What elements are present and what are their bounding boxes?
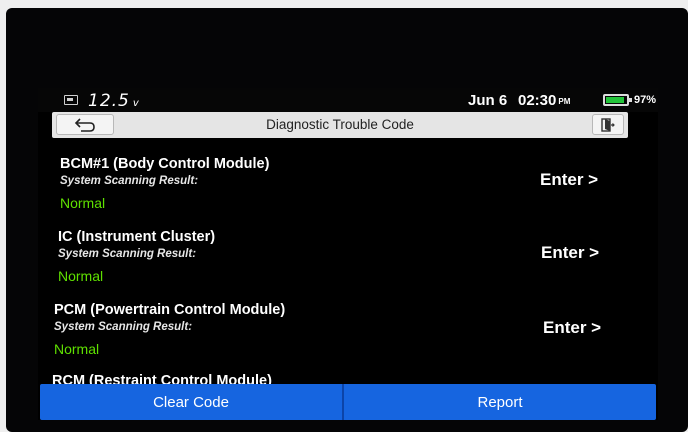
scan-result-value: Normal — [60, 195, 106, 211]
car-battery-icon — [64, 95, 78, 105]
bottom-action-bar: Clear Code Report — [40, 384, 656, 420]
enter-button[interactable]: Enter > — [540, 170, 598, 190]
module-name: IC (Instrument Cluster) — [58, 229, 216, 245]
status-bar: 12.5 v Jun 6 02:30 PM 97% — [38, 88, 658, 112]
device-bezel: 12.5 v Jun 6 02:30 PM 97% Diagnostic Troub… — [6, 8, 688, 432]
status-date: Jun 6 — [468, 92, 508, 109]
scan-result-value: Normal — [54, 341, 100, 357]
scan-result-value: Normal — [58, 268, 104, 284]
report-button[interactable]: Report — [344, 384, 656, 420]
enter-button[interactable]: Enter > — [543, 318, 601, 338]
list-item[interactable]: PCM (Powertrain Control Module) System S… — [38, 299, 658, 371]
device-screen: 12.5 v Jun 6 02:30 PM 97% Diagnostic Troub… — [38, 88, 658, 420]
title-bar: Diagnostic Trouble Code — [52, 112, 628, 138]
battery-percent: 97% — [634, 94, 657, 106]
voltage-readout: 12.5 v — [88, 91, 140, 111]
module-name: BCM#1 (Body Control Module) — [60, 156, 270, 172]
scan-result-label: System Scanning Result: — [60, 175, 199, 187]
clear-code-button[interactable]: Clear Code — [40, 384, 342, 420]
enter-button[interactable]: Enter > — [541, 243, 599, 263]
scan-result-label: System Scanning Result: — [54, 321, 193, 333]
list-item[interactable]: BCM#1 (Body Control Module) System Scann… — [38, 153, 658, 225]
page-title: Diagnostic Trouble Code — [266, 117, 414, 132]
scan-result-label: System Scanning Result: — [58, 248, 197, 260]
list-item[interactable]: IC (Instrument Cluster) System Scanning … — [38, 226, 658, 298]
exit-button[interactable] — [592, 114, 624, 135]
exit-door-icon — [601, 117, 615, 132]
battery-icon — [603, 94, 632, 106]
status-time: 02:30 PM — [518, 92, 571, 109]
module-name: PCM (Powertrain Control Module) — [54, 302, 286, 318]
